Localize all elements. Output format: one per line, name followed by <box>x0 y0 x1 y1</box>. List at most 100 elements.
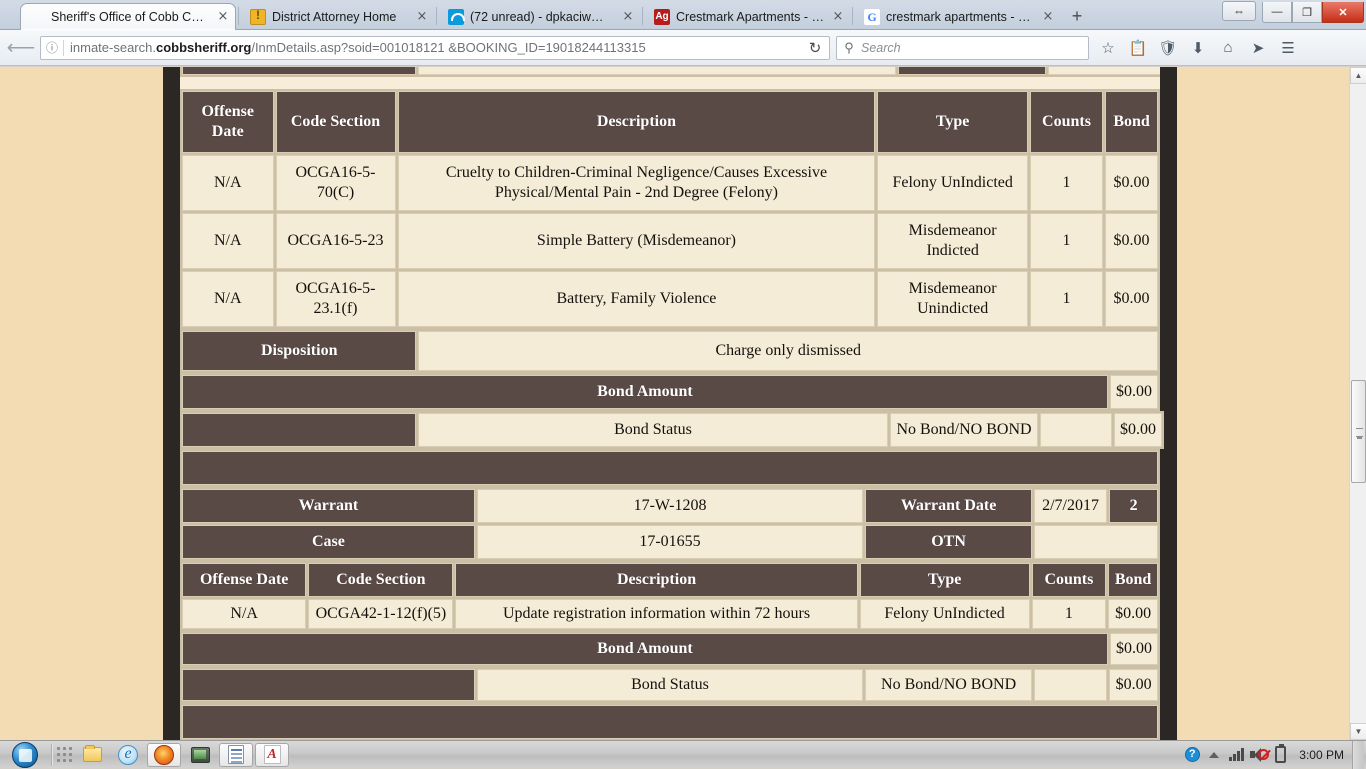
bond-status-amount: $0.00 <box>1109 669 1158 701</box>
taskbar-item-adobe-reader[interactable] <box>255 743 289 767</box>
ie-icon <box>118 745 138 765</box>
quick-launch-handle[interactable] <box>56 744 74 766</box>
close-icon[interactable]: × <box>414 9 430 25</box>
warrant-label: Warrant <box>182 489 475 523</box>
tab-divider <box>436 7 437 25</box>
warrant-2-charges-table: Offense Date Code Section Description Ty… <box>180 561 1160 631</box>
home-icon[interactable]: ⌂ <box>1213 33 1243 63</box>
close-icon[interactable]: × <box>830 9 846 25</box>
taskbar-item-internet-explorer[interactable] <box>111 743 145 767</box>
inmate-details-content: Case 17011689 OTN Offense Date Code Sect… <box>180 67 1160 740</box>
taskbar-item-windows-explorer[interactable] <box>75 743 109 767</box>
close-window-button[interactable]: ✕ <box>1322 2 1364 23</box>
warrant-date-value: 2/7/2017 <box>1034 489 1107 523</box>
charge-description: Cruelty to Children-Criminal Negligence/… <box>398 155 876 211</box>
pdf-icon <box>264 745 281 764</box>
network-signal-icon[interactable] <box>1225 743 1247 767</box>
bond-status-value: No Bond/NO BOND <box>865 669 1032 701</box>
document-icon <box>228 745 244 764</box>
tab-google-search[interactable]: crestmark apartments - Go... × <box>856 3 1060 30</box>
reading-list-icon[interactable]: 📋 <box>1123 33 1153 63</box>
tab-crestmark-apartments[interactable]: Crestmark Apartments - Lit... × <box>646 3 850 30</box>
start-button[interactable] <box>2 742 48 768</box>
clock[interactable]: 3:00 PM <box>1291 748 1352 762</box>
table-row: N/A OCGA16-5-23.1(f) Battery, Family Vio… <box>182 271 1158 327</box>
address-bar[interactable]: ⓘ inmate-search.cobbsheriff.org/InmDetai… <box>40 36 830 60</box>
charge-code-section: OCGA16-5-23 <box>276 213 396 269</box>
col-description: Description <box>455 563 857 597</box>
tab-label: crestmark apartments - Go... <box>886 10 1034 24</box>
hamburger-menu-icon[interactable]: ☰ <box>1273 33 1303 63</box>
tab-divider <box>642 7 643 25</box>
back-arrow-icon[interactable]: ⟵ <box>6 33 36 63</box>
minimize-button[interactable]: — <box>1262 2 1292 23</box>
vertical-scrollbar[interactable]: ▲ ▼ <box>1349 67 1366 740</box>
charge-counts: 1 <box>1030 155 1103 211</box>
col-type: Type <box>877 91 1027 153</box>
tab-label: (72 unread) - dpkaciw@bel... <box>470 10 614 24</box>
page-viewport: Case 17011689 OTN Offense Date Code Sect… <box>0 67 1366 740</box>
case-label: Case <box>182 67 416 75</box>
info-circle-icon[interactable]: ⓘ <box>41 39 63 56</box>
tab-sheriff-office[interactable]: Sheriff's Office of Cobb County... × <box>20 3 236 30</box>
taskbar-divider <box>51 744 53 766</box>
otn-label: OTN <box>865 525 1032 559</box>
warrant-1-disposition-table: Disposition Charge only dismissed <box>180 329 1160 373</box>
bond-status-row: Bond Status No Bond/NO BOND $0.00 <box>182 413 1162 447</box>
case-label: Case <box>182 525 475 559</box>
col-code-section: Code Section <box>276 91 396 153</box>
close-icon[interactable]: × <box>620 9 636 25</box>
downloads-icon[interactable]: ⬇ <box>1183 33 1213 63</box>
charge-counts: 1 <box>1030 271 1103 327</box>
close-icon[interactable]: × <box>215 9 231 25</box>
sheriff-shield-icon <box>29 9 45 25</box>
show-hidden-icons-arrow[interactable] <box>1203 743 1225 767</box>
spacer-row <box>182 451 1158 485</box>
close-icon[interactable]: × <box>1040 9 1056 25</box>
disposition-row: Disposition Charge only dismissed <box>182 331 1158 371</box>
taskbar-item-firefox[interactable] <box>147 743 181 767</box>
search-icon: ⚲ <box>837 40 861 56</box>
help-icon[interactable] <box>1181 743 1203 767</box>
taskbar-item-document[interactable] <box>219 743 253 767</box>
col-offense-date: Offense Date <box>182 91 274 153</box>
otn-value <box>1034 525 1158 559</box>
reload-icon[interactable]: ↻ <box>801 39 829 57</box>
case-row: Case 17-01655 OTN <box>182 525 1158 559</box>
tab-divider <box>852 7 853 25</box>
charges-header-row: Offense Date Code Section Description Ty… <box>182 563 1158 597</box>
disposition-value: Charge only dismissed <box>418 331 1158 371</box>
tab-district-attorney[interactable]: District Attorney Home × <box>242 3 434 30</box>
pocket-icon[interactable]: ➤ <box>1243 33 1273 63</box>
charge-type: Misdemeanor Unindicted <box>877 271 1027 327</box>
charge-offense-date: N/A <box>182 599 306 629</box>
warrant-2-spacer-table <box>180 703 1160 740</box>
scroll-down-arrow[interactable]: ▼ <box>1350 723 1366 740</box>
table-row: N/A OCGA16-5-23 Simple Battery (Misdemea… <box>182 213 1158 269</box>
new-tab-button[interactable]: + <box>1066 6 1088 28</box>
warrant-1-bond-status-table: Bond Status No Bond/NO BOND $0.00 <box>180 411 1164 449</box>
att-mail-icon <box>448 9 464 25</box>
url-text: inmate-search.cobbsheriff.org/InmDetails… <box>70 40 801 55</box>
maximize-button[interactable]: ❐ <box>1292 2 1322 23</box>
bookmark-star-icon[interactable]: ☆ <box>1093 33 1123 63</box>
taskbar-item-remote-desktop[interactable] <box>183 743 217 767</box>
bond-status-blank <box>1040 413 1112 447</box>
case-row-clipped: Case 17011689 OTN <box>180 67 1160 89</box>
bond-amount-value: $0.00 <box>1110 633 1158 665</box>
battery-icon[interactable] <box>1269 743 1291 767</box>
show-desktop-button[interactable] <box>1352 741 1364 769</box>
shield-icon[interactable]: 🛡 <box>1153 33 1183 63</box>
bond-status-value: No Bond/NO BOND <box>890 413 1038 447</box>
case-row-table: Case 17011689 OTN <box>180 67 1160 77</box>
scroll-up-arrow[interactable]: ▲ <box>1350 67 1366 84</box>
restore-window-button[interactable]: ⇔ <box>1222 1 1256 21</box>
col-offense-date: Offense Date <box>182 563 306 597</box>
charge-type: Felony UnIndicted <box>877 155 1027 211</box>
search-bar[interactable]: ⚲ Search <box>836 36 1089 60</box>
volume-muted-icon[interactable] <box>1247 743 1269 767</box>
scrollbar-thumb[interactable] <box>1351 380 1366 483</box>
otn-label: OTN <box>898 67 1046 75</box>
tab-att-mail[interactable]: (72 unread) - dpkaciw@bel... × <box>440 3 640 30</box>
warrant-1-charges-table: Offense Date Code Section Description Ty… <box>180 89 1160 329</box>
